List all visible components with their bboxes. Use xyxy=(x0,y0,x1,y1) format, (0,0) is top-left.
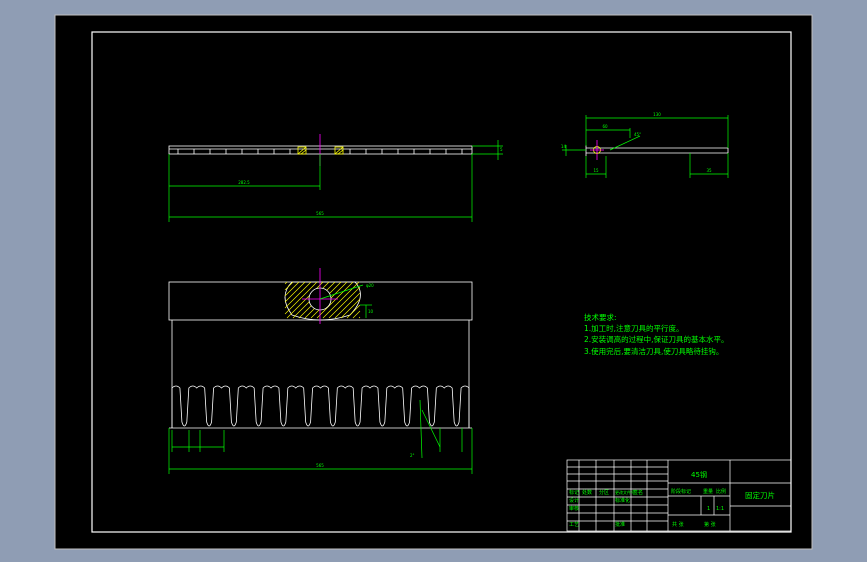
note-item-3: 3.使用完后,要清洁刀具,使刀具略待挂钩。 xyxy=(584,346,723,356)
tb-label-sheji: 设计 xyxy=(569,497,579,504)
tb-label-dizhang: 第 张 xyxy=(704,521,716,528)
tb-label-biaozhunhua: 标准化 xyxy=(615,497,630,504)
tb-label-biaoji: 标记 xyxy=(569,489,579,496)
side-dim-hole: 14 xyxy=(561,144,567,149)
front-dim-total: 565 xyxy=(316,211,324,216)
cad-drawing: 282.5 565 5 φ20 10 565 2° 130 60 45° 15 … xyxy=(54,14,813,550)
front-dim-half: 282.5 xyxy=(238,180,250,185)
tb-label-fenqu: 分区 xyxy=(599,489,609,496)
tb-scale: 1:1 xyxy=(716,506,724,512)
tb-label-chushu: 处数 xyxy=(582,489,592,496)
tb-label-pizhun: 批准 xyxy=(615,521,625,528)
tb-label-gongzhang: 共 张 xyxy=(672,521,684,528)
tb-part-name: 固定刀片 xyxy=(745,490,775,500)
side-dim-left: 15 xyxy=(593,168,599,173)
tb-label-bili: 比例 xyxy=(716,488,726,495)
tooth-dim-hole: φ20 xyxy=(366,283,374,288)
tooth-dim-total: 565 xyxy=(316,463,324,468)
note-item-2: 2.安装调高的过程中,保证刀具的基本水平。 xyxy=(584,334,729,344)
tb-count: 1 xyxy=(707,506,710,512)
note-item-1: 1.加工时,注意刀具的平行度。 xyxy=(584,323,684,333)
tb-label-gengai: 更改文件号 xyxy=(615,489,635,495)
tb-label-shenhe: 审核 xyxy=(569,505,579,512)
side-dim-right: 35 xyxy=(706,168,712,173)
tooth-dim-offset: 10 xyxy=(368,309,374,314)
drawing-viewport[interactable]: 282.5 565 5 φ20 10 565 2° 130 60 45° 15 … xyxy=(0,0,867,562)
tb-label-zhongliang: 重量 xyxy=(703,488,713,495)
side-dim-angle: 45° xyxy=(634,132,641,137)
tooth-dim-angle: 2° xyxy=(410,453,415,458)
side-dim-total: 130 xyxy=(653,112,661,117)
notes-title: 技术要求: xyxy=(584,312,617,322)
tb-label-gongyi: 工艺 xyxy=(569,522,579,528)
tb-label-jieduan: 阶段标记 xyxy=(671,488,691,495)
tb-label-qianming: 签名 xyxy=(633,489,643,496)
tb-material: 45钢 xyxy=(691,470,707,479)
side-dim-top: 60 xyxy=(602,124,608,129)
